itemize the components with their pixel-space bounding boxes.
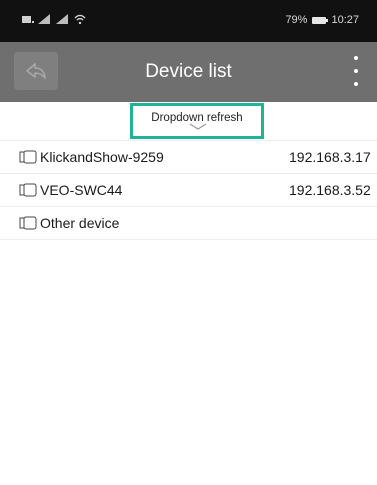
- more-vert-icon[interactable]: [349, 56, 363, 86]
- clock: 10:27: [331, 14, 359, 26]
- list-item[interactable]: VEO-SWC44 192.168.3.52: [0, 174, 377, 207]
- chevron-down-icon: [189, 123, 207, 130]
- signal-icon: [56, 14, 70, 27]
- battery-icon: [312, 16, 329, 24]
- device-icon: [19, 150, 37, 164]
- device-icon: [19, 216, 37, 230]
- status-right: 79% 10:27: [285, 14, 359, 26]
- status-left-icons: [22, 14, 86, 27]
- notification-icon: [22, 15, 34, 27]
- page-title: Device list: [145, 61, 232, 82]
- list-item[interactable]: KlickandShow-9259 192.168.3.17: [0, 140, 377, 174]
- app-toolbar: Device list: [0, 42, 377, 102]
- list-item[interactable]: Other device: [0, 207, 377, 240]
- device-list: KlickandShow-9259 192.168.3.17 VEO-SWC44…: [0, 140, 377, 240]
- pull-to-refresh-indicator: Dropdown refresh: [130, 103, 264, 139]
- wifi-icon: [74, 14, 86, 27]
- device-ip: 192.168.3.17: [289, 149, 371, 165]
- device-name: Other device: [40, 215, 120, 231]
- signal-icon: [38, 14, 52, 27]
- device-ip: 192.168.3.52: [289, 182, 371, 198]
- device-name: VEO-SWC44: [40, 182, 123, 198]
- status-bar: 79% 10:27: [0, 0, 377, 42]
- battery-percent: 79%: [285, 14, 308, 26]
- device-icon: [19, 183, 37, 197]
- device-name: KlickandShow-9259: [40, 149, 164, 165]
